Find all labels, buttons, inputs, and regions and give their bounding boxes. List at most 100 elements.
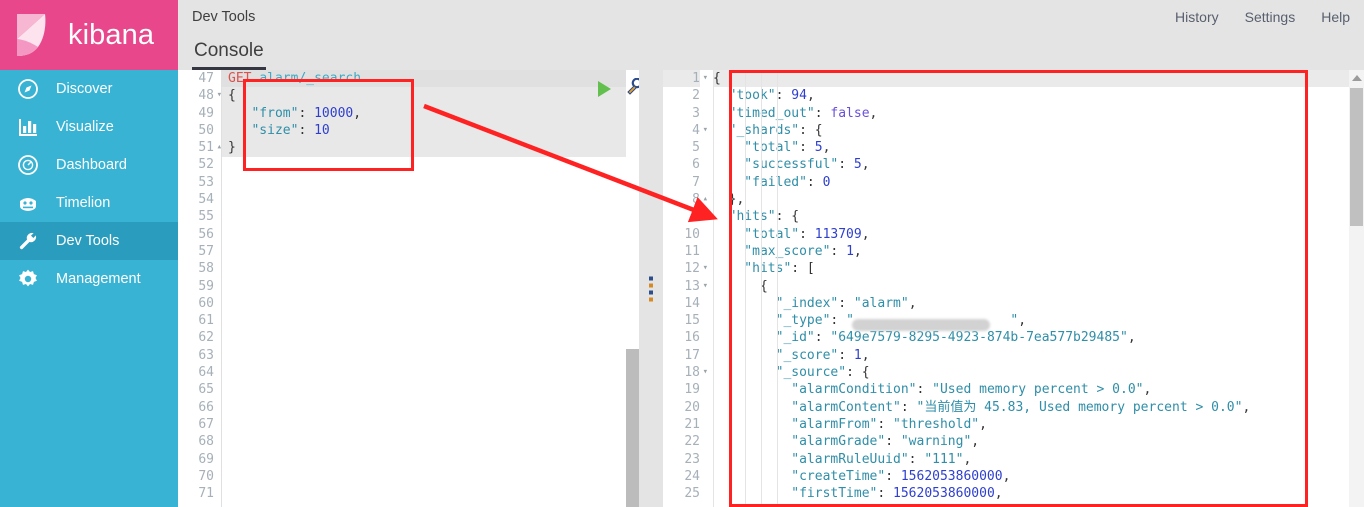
code-line[interactable]: "hits": [ <box>713 260 1349 277</box>
code-line[interactable]: "_source": { <box>713 364 1349 381</box>
code-line[interactable]: "_type": " ", <box>713 312 1349 329</box>
code-line[interactable] <box>228 347 639 364</box>
code-line[interactable]: }, <box>713 191 1349 208</box>
code-line[interactable]: } <box>228 139 639 156</box>
sidebar-item-timelion[interactable]: Timelion <box>0 184 178 222</box>
code-line[interactable]: "alarmFrom": "threshold", <box>713 416 1349 433</box>
sidebar-item-visualize[interactable]: Visualize <box>0 108 178 146</box>
code-line[interactable]: { <box>713 70 1349 88</box>
sidebar-item-discover[interactable]: Discover <box>0 70 178 108</box>
scroll-up-arrow-icon[interactable] <box>1351 75 1362 81</box>
code-line[interactable] <box>228 208 639 225</box>
code-line[interactable] <box>228 433 639 450</box>
code-line[interactable] <box>228 364 639 381</box>
request-editor-pane[interactable]: 47 48 ▾ 49 50 51 ▴ 52 53 54 55 56 57 58 59 60 61 62 63 64 65… <box>178 70 639 507</box>
header-link-settings[interactable]: Settings <box>1245 9 1296 25</box>
header-link-history[interactable]: History <box>1175 9 1219 25</box>
code-token: , <box>861 347 870 363</box>
code-line[interactable]: "failed": 0 <box>713 174 1349 191</box>
code-line[interactable]: "createTime": 1562053860000, <box>713 468 1349 485</box>
line-number: 53 <box>198 174 214 190</box>
wrench-icon[interactable] <box>625 77 639 100</box>
line-number: 49 <box>198 105 214 121</box>
code-line[interactable]: { <box>713 278 1349 295</box>
code-line[interactable]: "total": 5, <box>713 139 1349 156</box>
code-line[interactable]: "successful": 5, <box>713 156 1349 173</box>
request-scrollbar-thumb[interactable] <box>626 349 639 507</box>
code-line[interactable] <box>228 295 639 312</box>
code-line[interactable] <box>228 260 639 277</box>
line-number: 3 <box>692 105 700 121</box>
code-line[interactable]: "alarmGrade": "warning", <box>713 433 1349 450</box>
sidebar-item-management[interactable]: Management <box>0 260 178 298</box>
sidebar-item-dev-tools[interactable]: Dev Tools <box>0 222 178 260</box>
line-number: 57 <box>198 243 214 259</box>
response-pane[interactable]: 1 ▾ 2 3 4 ▾ 5 6 7 8 ▴ 9 ▾ 10 11 12 ▾ 13 ▾ 14 15 16 17 18 ▾ 19 20 21… <box>663 70 1364 507</box>
kibana-logo-bar[interactable]: kibana <box>0 0 178 70</box>
code-line[interactable] <box>228 278 639 295</box>
code-line[interactable]: "alarmContent": "当前值为 45.83, Used memory… <box>713 399 1349 416</box>
code-line[interactable] <box>228 468 639 485</box>
code-line[interactable] <box>228 451 639 468</box>
fold-expand-icon[interactable]: ▴ <box>214 139 222 156</box>
code-line[interactable]: "_id": "649e7579-8295-4923-874b-7ea577b2… <box>713 329 1349 346</box>
line-number: 11 <box>684 243 700 259</box>
code-token: , <box>1127 330 1136 346</box>
sidebar-item-label: Dashboard <box>56 157 127 173</box>
code-line[interactable]: "alarmCondition": "Used memory percent >… <box>713 381 1349 398</box>
code-line[interactable] <box>228 174 639 191</box>
play-icon[interactable] <box>598 81 611 97</box>
code-line[interactable] <box>228 243 639 260</box>
code-token: : <box>814 330 831 346</box>
code-line[interactable] <box>228 329 639 346</box>
code-token: "649e7579-8295-4923-874b-7ea577b29485" <box>830 330 1128 346</box>
code-line[interactable]: "from": 10000, <box>228 105 639 122</box>
sidebar-item-dashboard[interactable]: Dashboard <box>0 146 178 184</box>
line-number: 68 <box>198 434 214 450</box>
code-line[interactable] <box>228 226 639 243</box>
code-line[interactable]: "took": 94, <box>713 87 1349 104</box>
code-line[interactable]: "max_score": 1, <box>713 243 1349 260</box>
code-line[interactable] <box>228 312 639 329</box>
code-line[interactable]: "timed_out": false, <box>713 105 1349 122</box>
kibana-dev-tools-window: kibana Discover Visualize Dashboard Timelio… <box>0 0 1364 507</box>
code-line[interactable] <box>228 381 639 398</box>
code-token: 1 <box>846 243 854 259</box>
line-number: 51 ▴ <box>198 140 222 156</box>
line-number: 62 <box>198 330 214 346</box>
fold-collapse-icon[interactable]: ▾ <box>214 87 222 104</box>
line-number: 2 <box>692 88 700 104</box>
code-line[interactable]: "total": 113709, <box>713 226 1349 243</box>
code-token: "alarmContent" <box>713 399 901 415</box>
code-line[interactable]: { <box>228 87 639 104</box>
response-vertical-scrollbar[interactable] <box>1349 70 1364 507</box>
code-line[interactable] <box>228 399 639 416</box>
request-code-lines[interactable]: GET alarm/_search{ "from": 10000, "size"… <box>222 70 639 507</box>
code-line[interactable]: "_score": 1, <box>713 347 1349 364</box>
code-line[interactable]: "firstTime": 1562053860000, <box>713 485 1349 502</box>
console-workspace: 47 48 ▾ 49 50 51 ▴ 52 53 54 55 56 57 58 59 60 61 62 63 64 65… <box>178 70 1364 507</box>
code-line[interactable]: "alarmRuleUuid": "111", <box>713 451 1349 468</box>
pane-splitter-handle[interactable] <box>639 70 663 507</box>
line-number: 13 ▾ <box>684 278 708 294</box>
code-line[interactable] <box>228 156 639 173</box>
kibana-logo-text: kibana <box>68 18 155 51</box>
code-line[interactable]: "size": 10 <box>228 122 639 139</box>
header-link-help[interactable]: Help <box>1321 9 1350 25</box>
code-line[interactable]: "_index": "alarm", <box>713 295 1349 312</box>
tab-console[interactable]: Console <box>192 40 266 70</box>
request-vertical-scrollbar[interactable] <box>626 70 639 507</box>
code-token: : { <box>846 365 870 381</box>
indent-guide <box>713 70 714 507</box>
code-line[interactable] <box>228 416 639 433</box>
code-token: "size" <box>228 122 299 138</box>
response-code-lines[interactable]: { "took": 94, "timed_out": false, "_shar… <box>707 70 1349 507</box>
code-line[interactable]: "_shards": { <box>713 122 1349 139</box>
code-token: 0 <box>822 174 831 190</box>
code-token: "successful" <box>713 157 839 173</box>
code-line[interactable]: GET alarm/_search <box>228 70 639 87</box>
code-line[interactable] <box>228 485 639 502</box>
code-line[interactable]: "hits": { <box>713 208 1349 225</box>
code-line[interactable] <box>228 191 639 208</box>
response-scrollbar-thumb[interactable] <box>1350 88 1363 226</box>
